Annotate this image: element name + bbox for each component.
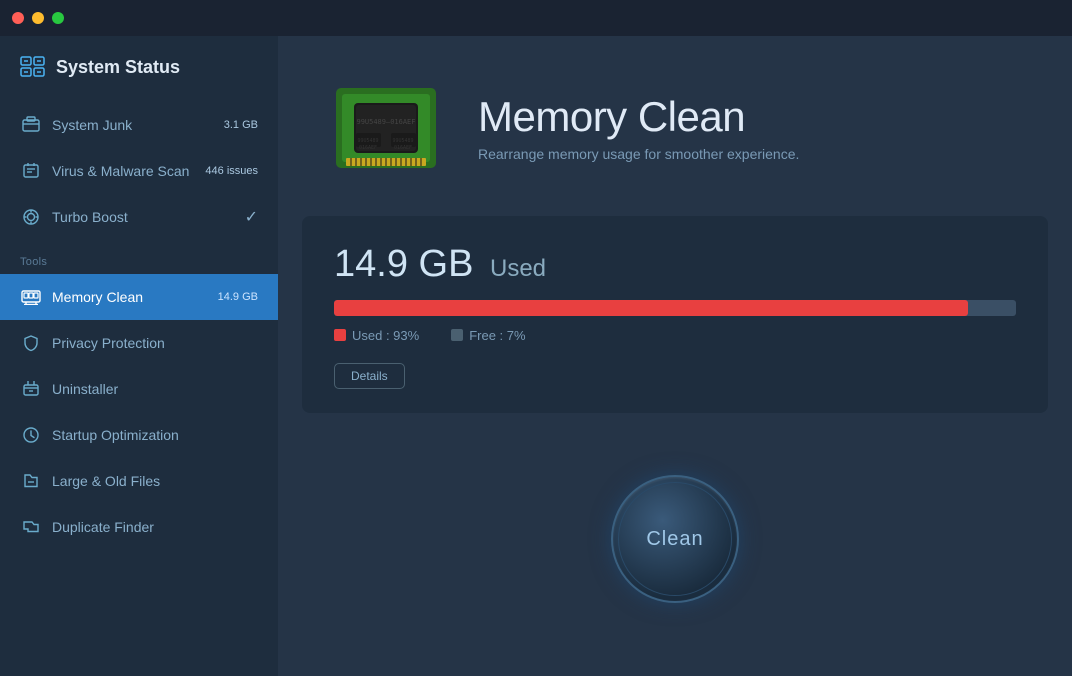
sidebar-header: System Status [0,36,278,102]
startup-optimization-icon [20,424,42,446]
stats-section: 14.9 GB Used Used : 93% Free : 7% Detail… [302,216,1048,413]
svg-text:99U5489: 99U5489 [357,138,378,144]
memory-clean-label: Memory Clean [52,289,218,305]
turbo-boost-icon [20,206,42,228]
large-old-files-icon [20,470,42,492]
svg-text:016AEF: 016AEF [394,145,412,151]
clean-button-label: Clean [646,528,703,551]
sidebar-item-virus-scan[interactable]: Virus & Malware Scan 446 issues [0,148,278,194]
sidebar-item-startup-optimization[interactable]: Startup Optimization [0,412,278,458]
legend-used: Used : 93% [334,328,419,343]
hero-subtitle: Rearrange memory usage for smoother expe… [478,146,799,162]
legend-free-label: Free : 7% [469,328,525,343]
free-dot [451,329,463,341]
memory-gb-value: 14.9 [334,243,408,285]
duplicate-finder-label: Duplicate Finder [52,519,258,535]
titlebar [0,0,1072,36]
svg-text:99U5489—016AEF: 99U5489—016AEF [356,118,415,126]
turbo-boost-check: ✓ [245,207,258,227]
privacy-protection-label: Privacy Protection [52,335,258,351]
sidebar-item-memory-clean[interactable]: Memory Clean 14.9 GB [0,274,278,320]
hero-title: Memory Clean [478,94,799,140]
virus-scan-icon [20,160,42,182]
legend-free: Free : 7% [451,328,525,343]
uninstaller-icon [20,378,42,400]
minimize-button[interactable] [32,12,44,24]
virus-scan-badge: 446 issues [205,165,258,177]
svg-text:016AEF: 016AEF [359,145,377,151]
sidebar-item-turbo-boost[interactable]: Turbo Boost ✓ [0,194,278,240]
used-dot [334,329,346,341]
sidebar-item-privacy-protection[interactable]: Privacy Protection [0,320,278,366]
sidebar-item-large-old-files[interactable]: Large & Old Files [0,458,278,504]
close-button[interactable] [12,12,24,24]
duplicate-finder-icon [20,516,42,538]
system-junk-icon [20,114,42,136]
legend-used-label: Used : 93% [352,328,419,343]
maximize-button[interactable] [52,12,64,24]
sidebar-item-uninstaller[interactable]: Uninstaller [0,366,278,412]
progress-legend: Used : 93% Free : 7% [334,328,1016,343]
sidebar-item-duplicate-finder[interactable]: Duplicate Finder [0,504,278,550]
clean-button-wrap: Clean [610,474,740,604]
memory-gb-unit: GB [419,243,474,285]
tools-section-label: Tools [0,240,278,274]
privacy-protection-icon [20,332,42,354]
turbo-boost-label: Turbo Boost [52,209,245,225]
large-old-files-label: Large & Old Files [52,473,258,489]
sidebar: System Status System Junk 3.1 GB Virus &… [0,0,278,676]
sidebar-title: System Status [56,57,180,78]
hero-section: 99U5489—016AEF 99U5489 016AEF 99U5489 01… [278,36,1072,216]
uninstaller-label: Uninstaller [52,381,258,397]
memory-progress-fill [334,300,968,316]
system-junk-label: System Junk [52,117,224,133]
hero-text: Memory Clean Rearrange memory usage for … [478,94,799,162]
system-status-icon [20,56,46,78]
clean-section: Clean [278,413,1072,676]
memory-used-suffix: Used [490,255,546,282]
memory-progress-bar [334,300,1016,316]
main-content: 99U5489—016AEF 99U5489 016AEF 99U5489 01… [278,0,1072,676]
memory-clean-icon [20,286,42,308]
startup-optimization-label: Startup Optimization [52,427,258,443]
clean-button[interactable]: Clean [611,475,739,603]
sidebar-item-system-junk[interactable]: System Junk 3.1 GB [0,102,278,148]
system-junk-badge: 3.1 GB [224,119,258,131]
details-button[interactable]: Details [334,363,405,389]
memory-chip-icon: 99U5489—016AEF 99U5489 016AEF 99U5489 01… [326,68,446,188]
memory-clean-badge: 14.9 GB [218,291,258,303]
svg-text:99U5489: 99U5489 [392,138,413,144]
memory-used-label: 14.9 GB Used [334,244,1016,286]
virus-scan-label: Virus & Malware Scan [52,163,205,179]
